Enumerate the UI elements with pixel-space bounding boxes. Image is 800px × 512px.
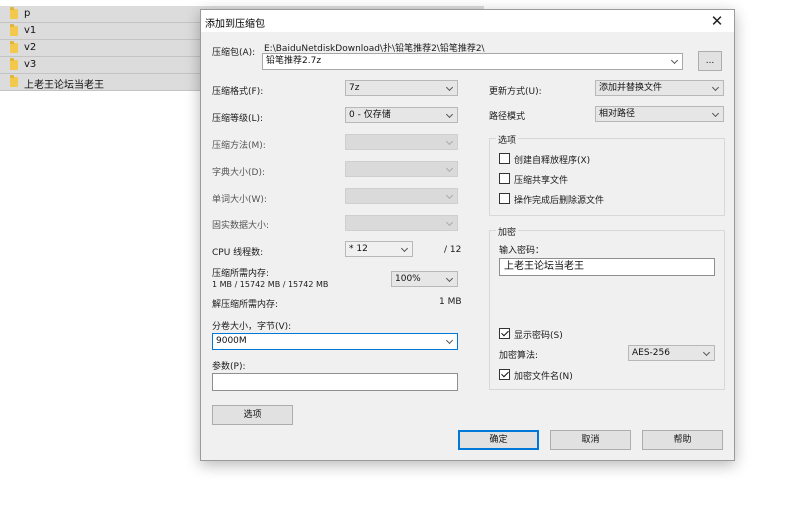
add-to-archive-dialog: 添加到压缩包 ✕ 压缩包(A): E:\BaiduNetdiskDownload… xyxy=(200,9,735,461)
options-group-title: 选项 xyxy=(496,133,519,146)
mem-label: 压缩所需内存: xyxy=(212,269,270,279)
shared-checkbox[interactable] xyxy=(499,173,510,184)
split-label: 分卷大小，字节(V): xyxy=(212,322,292,332)
encryption-method-value: AES-256 xyxy=(632,348,670,358)
dict-label: 字典大小(D): xyxy=(212,168,265,178)
format-label: 压缩格式(F): xyxy=(212,87,264,97)
update-label: 更新方式(U): xyxy=(489,87,542,97)
update-value: 添加并替换文件 xyxy=(599,83,663,93)
method-select xyxy=(345,134,458,150)
folder-icon xyxy=(10,75,18,87)
folder-icon xyxy=(10,41,18,53)
show-password-label: 显示密码(S) xyxy=(514,331,563,341)
chevron-down-icon xyxy=(447,85,453,91)
encryption-method-label: 加密算法: xyxy=(499,351,539,361)
file-name: v3 xyxy=(24,59,37,70)
dict-select xyxy=(345,161,458,177)
chevron-down-icon xyxy=(713,85,719,91)
cpu-value: * 12 xyxy=(349,244,368,254)
pathmode-select[interactable]: 相对路径 xyxy=(595,106,724,122)
encrypt-names-checkbox[interactable] xyxy=(499,369,510,380)
file-name: 上老王论坛当老王 xyxy=(24,80,104,91)
chevron-down-icon xyxy=(447,220,453,226)
encryption-group: 加密 输入密码： 上老王论坛当老王 显示密码(S) 加密算法: AES-256 … xyxy=(489,225,725,390)
decomp-value: 1 MB xyxy=(439,297,462,307)
solid-label: 固实数据大小: xyxy=(212,221,270,231)
file-name: p xyxy=(24,8,31,19)
cpu-max: / 12 xyxy=(444,245,462,255)
help-button[interactable]: 帮助 xyxy=(642,430,723,450)
level-label: 压缩等级(L): xyxy=(212,114,264,124)
update-select[interactable]: 添加并替换文件 xyxy=(595,80,724,96)
dialog-title: 添加到压缩包 xyxy=(205,19,265,30)
split-size-combo[interactable]: 9000M xyxy=(212,333,458,350)
archive-name-value: 铅笔推荐2.7z xyxy=(266,56,322,66)
solid-select xyxy=(345,215,458,231)
sfx-checkbox[interactable] xyxy=(499,153,510,164)
chevron-down-icon xyxy=(447,166,453,172)
level-value: 0 - 仅存储 xyxy=(349,110,391,120)
archive-name-combo[interactable]: 铅笔推荐2.7z xyxy=(262,53,683,70)
chevron-down-icon xyxy=(704,350,710,356)
chevron-down-icon xyxy=(402,246,408,252)
sfx-label: 创建自释放程序(X) xyxy=(514,156,591,166)
word-label: 单词大小(W): xyxy=(212,195,267,205)
folder-icon xyxy=(10,24,18,36)
folder-icon xyxy=(10,58,18,70)
chevron-down-icon xyxy=(713,111,719,117)
chevron-down-icon xyxy=(447,112,453,118)
cpu-select[interactable]: * 12 xyxy=(345,241,413,257)
ok-button[interactable]: 确定 xyxy=(458,430,539,450)
shared-label: 压缩共享文件 xyxy=(514,176,569,186)
method-label: 压缩方法(M): xyxy=(212,141,266,151)
params-label: 参数(P): xyxy=(212,362,246,372)
encryption-group-title: 加密 xyxy=(496,225,519,238)
file-name: v1 xyxy=(24,25,37,36)
close-icon[interactable]: ✕ xyxy=(708,11,726,31)
encrypt-names-label: 加密文件名(N) xyxy=(514,372,573,382)
title-bar: 添加到压缩包 ✕ xyxy=(201,10,734,32)
split-size-value: 9000M xyxy=(216,336,247,346)
encryption-method-select[interactable]: AES-256 xyxy=(628,345,715,361)
browse-button[interactable]: ... xyxy=(698,51,722,71)
chevron-down-icon xyxy=(672,58,678,64)
cancel-button[interactable]: 取消 xyxy=(550,430,631,450)
password-input[interactable]: 上老王论坛当老王 xyxy=(499,258,715,276)
chevron-down-icon xyxy=(447,193,453,199)
delete-after-checkbox[interactable] xyxy=(499,193,510,204)
chevron-down-icon xyxy=(447,338,453,344)
level-select[interactable]: 0 - 仅存储 xyxy=(345,107,458,123)
archive-label: 压缩包(A): xyxy=(212,48,256,58)
show-password-checkbox[interactable] xyxy=(499,328,510,339)
cpu-label: CPU 线程数: xyxy=(212,248,264,258)
params-input[interactable] xyxy=(212,373,458,391)
mem-detail: 1 MB / 15742 MB / 15742 MB xyxy=(212,280,329,289)
pathmode-value: 相对路径 xyxy=(599,109,636,119)
options-group: 选项 创建自释放程序(X) 压缩共享文件 操作完成后删除源文件 xyxy=(489,133,725,216)
mem-percent-select[interactable]: 100% xyxy=(391,271,458,287)
chevron-down-icon xyxy=(447,139,453,145)
folder-icon xyxy=(10,7,18,19)
file-name: v2 xyxy=(24,42,37,53)
format-value: 7z xyxy=(349,83,360,93)
format-select[interactable]: 7z xyxy=(345,80,458,96)
chevron-down-icon xyxy=(447,276,453,282)
mem-percent-value: 100% xyxy=(395,274,421,284)
options-button[interactable]: 选项 xyxy=(212,405,293,425)
decomp-label: 解压缩所需内存: xyxy=(212,300,279,310)
password-label: 输入密码： xyxy=(499,246,545,256)
pathmode-label: 路径模式 xyxy=(489,112,526,122)
delete-after-label: 操作完成后删除源文件 xyxy=(514,196,605,206)
word-select xyxy=(345,188,458,204)
